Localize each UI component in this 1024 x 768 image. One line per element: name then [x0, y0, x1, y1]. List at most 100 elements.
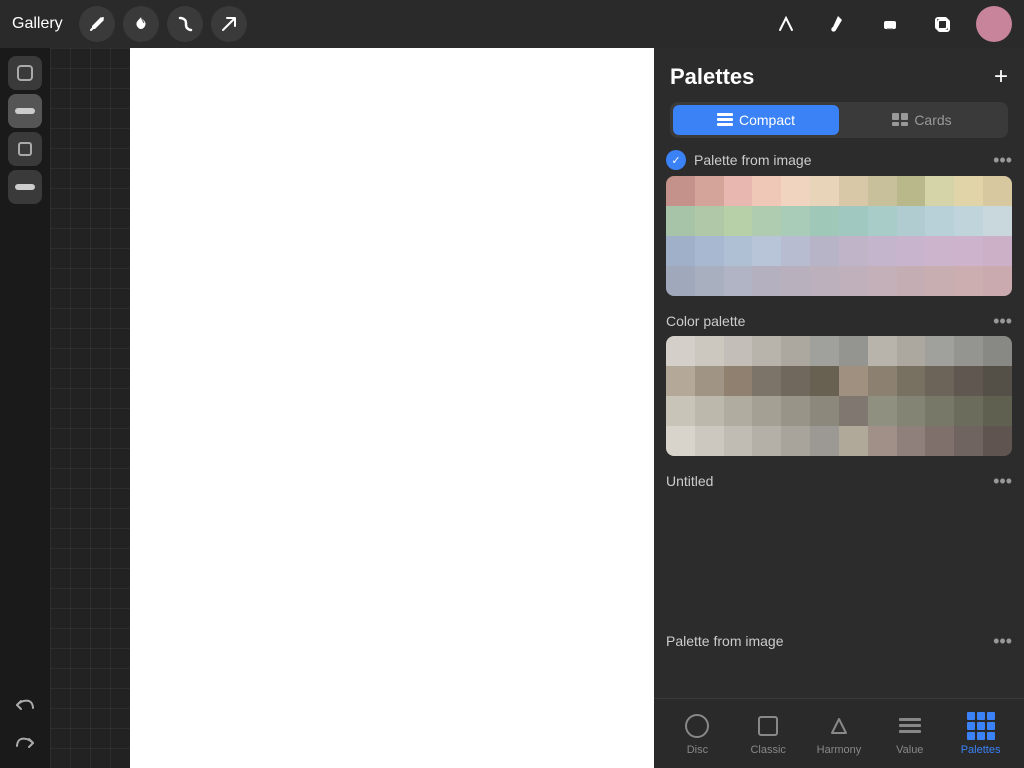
color-cell[interactable] — [954, 336, 983, 366]
color-cell[interactable] — [695, 366, 724, 396]
color-cell[interactable] — [810, 236, 839, 266]
color-cell[interactable] — [897, 336, 926, 366]
color-cell[interactable] — [868, 396, 897, 426]
color-cell[interactable] — [810, 426, 839, 456]
color-cell[interactable] — [839, 236, 868, 266]
sidebar-tool-box[interactable] — [8, 132, 42, 166]
color-cell[interactable] — [925, 266, 954, 296]
color-cell[interactable] — [724, 366, 753, 396]
color-cell[interactable] — [897, 396, 926, 426]
color-cell[interactable] — [724, 206, 753, 236]
sidebar-tool-1[interactable] — [8, 56, 42, 90]
color-cell[interactable] — [839, 336, 868, 366]
color-cell[interactable] — [752, 426, 781, 456]
color-cell[interactable] — [897, 426, 926, 456]
color-cell[interactable] — [781, 426, 810, 456]
color-cell[interactable] — [925, 426, 954, 456]
color-cell[interactable] — [666, 266, 695, 296]
color-cell[interactable] — [695, 236, 724, 266]
undo-button[interactable] — [8, 688, 42, 722]
color-cell[interactable] — [666, 176, 695, 206]
smudge-tool-icon[interactable] — [79, 6, 115, 42]
color-cell[interactable] — [810, 336, 839, 366]
color-cell[interactable] — [868, 206, 897, 236]
nav-item-classic[interactable]: Classic — [738, 712, 798, 756]
color-cell[interactable] — [897, 206, 926, 236]
color-cell[interactable] — [695, 426, 724, 456]
eraser-tool-icon[interactable] — [872, 6, 908, 42]
color-cell[interactable] — [695, 396, 724, 426]
color-cell[interactable] — [925, 366, 954, 396]
tab-compact[interactable]: Compact — [673, 105, 839, 135]
color-cell[interactable] — [724, 266, 753, 296]
color-grid-1[interactable] — [666, 336, 1012, 456]
color-cell[interactable] — [666, 426, 695, 456]
color-cell[interactable] — [666, 396, 695, 426]
more-button-2[interactable]: ••• — [993, 472, 1012, 490]
color-cell[interactable] — [666, 336, 695, 366]
color-cell[interactable] — [752, 206, 781, 236]
gallery-button[interactable]: Gallery — [12, 15, 63, 33]
color-cell[interactable] — [897, 176, 926, 206]
color-cell[interactable] — [925, 176, 954, 206]
tab-cards[interactable]: Cards — [839, 105, 1005, 135]
color-cell[interactable] — [810, 266, 839, 296]
color-cell[interactable] — [810, 396, 839, 426]
color-cell[interactable] — [925, 336, 954, 366]
check-icon-0[interactable]: ✓ — [666, 150, 686, 170]
more-button-1[interactable]: ••• — [993, 312, 1012, 330]
nav-item-palettes[interactable]: Palettes — [951, 712, 1011, 756]
color-cell[interactable] — [810, 366, 839, 396]
add-palette-button[interactable]: + — [994, 65, 1008, 89]
color-cell[interactable] — [897, 366, 926, 396]
nav-item-harmony[interactable]: Harmony — [809, 712, 869, 756]
color-cell[interactable] — [724, 336, 753, 366]
color-cell[interactable] — [781, 266, 810, 296]
color-cell[interactable] — [752, 266, 781, 296]
color-cell[interactable] — [781, 176, 810, 206]
color-cell[interactable] — [752, 176, 781, 206]
color-cell[interactable] — [724, 176, 753, 206]
brush-tool-icon[interactable] — [820, 6, 856, 42]
color-cell[interactable] — [695, 206, 724, 236]
color-cell[interactable] — [695, 336, 724, 366]
color-cell[interactable] — [868, 266, 897, 296]
nav-item-value[interactable]: Value — [880, 712, 940, 756]
redo-button[interactable] — [8, 726, 42, 760]
color-cell[interactable] — [781, 336, 810, 366]
color-cell[interactable] — [666, 206, 695, 236]
color-cell[interactable] — [752, 396, 781, 426]
color-cell[interactable] — [752, 236, 781, 266]
color-cell[interactable] — [983, 206, 1012, 236]
color-cell[interactable] — [810, 176, 839, 206]
avatar[interactable] — [976, 6, 1012, 42]
color-cell[interactable] — [925, 396, 954, 426]
liquify-tool-icon[interactable] — [123, 6, 159, 42]
color-cell[interactable] — [868, 366, 897, 396]
more-button-0[interactable]: ••• — [993, 151, 1012, 169]
color-cell[interactable] — [752, 336, 781, 366]
color-cell[interactable] — [925, 236, 954, 266]
color-cell[interactable] — [868, 426, 897, 456]
color-cell[interactable] — [724, 426, 753, 456]
color-cell[interactable] — [983, 236, 1012, 266]
color-cell[interactable] — [983, 176, 1012, 206]
color-cell[interactable] — [983, 336, 1012, 366]
color-cell[interactable] — [983, 396, 1012, 426]
color-cell[interactable] — [983, 366, 1012, 396]
color-cell[interactable] — [724, 236, 753, 266]
sidebar-tool-slider-2[interactable] — [8, 170, 42, 204]
color-cell[interactable] — [954, 176, 983, 206]
script-tool-icon[interactable] — [167, 6, 203, 42]
color-cell[interactable] — [781, 236, 810, 266]
color-cell[interactable] — [983, 426, 1012, 456]
color-cell[interactable] — [839, 206, 868, 236]
color-cell[interactable] — [954, 236, 983, 266]
color-cell[interactable] — [868, 236, 897, 266]
pen-tool-icon[interactable] — [768, 6, 804, 42]
color-cell[interactable] — [781, 396, 810, 426]
color-cell[interactable] — [897, 236, 926, 266]
color-cell[interactable] — [868, 336, 897, 366]
layers-tool-icon[interactable] — [924, 6, 960, 42]
color-cell[interactable] — [810, 206, 839, 236]
